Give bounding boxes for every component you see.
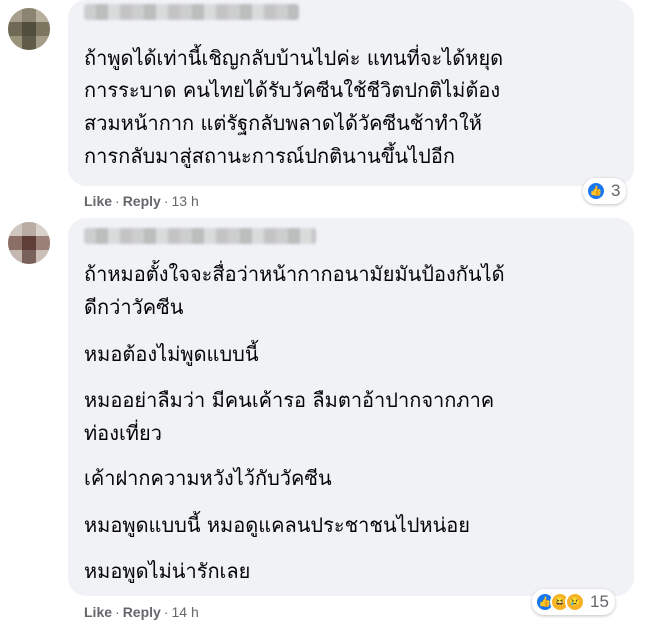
separator-dot: · [163, 193, 169, 209]
comment-text-line: การกลับมาสู่สถานะการณ์ปกตินานขึ้นไปอีก [84, 144, 455, 168]
like-link[interactable]: Like [84, 193, 112, 209]
comment-text-line: หมออย่าลืมว่า มีคนเค้ารอ ลืมตาอ้าปากจากภ… [84, 388, 495, 412]
commenter-name-redacted[interactable] [84, 228, 316, 244]
reactions-summary[interactable]: 👍 😆 😢 15 [532, 589, 615, 615]
reaction-count: 15 [590, 592, 609, 611]
timestamp-link[interactable]: 13 h [171, 193, 198, 209]
comment-text-line: การระบาด คนไทยได้รับวัคซีนใช้ชีวิตปกติไม… [84, 78, 501, 102]
comment-text-line: หมอพูดแบบนี้ หมอดูแคลนประชาชนไปหน่อย [84, 513, 470, 537]
comment-text-line: หมอต้องไม่พูดแบบนี้ [84, 342, 259, 366]
like-icon: 👍 [586, 181, 606, 201]
commenter-avatar[interactable] [8, 222, 50, 264]
commenter-avatar[interactable] [8, 8, 50, 50]
comment-text-line: หมอพูดไม่น่ารักเลย [84, 559, 251, 583]
reactions-summary[interactable]: 👍 3 [583, 178, 627, 204]
comment-text-line: ถ้าพูดได้เท่านี้เชิญกลับบ้านไปค่ะ แทนที่… [84, 46, 504, 70]
comment-actions: Like · Reply · 13 h [84, 193, 199, 209]
sad-icon: 😢 [565, 592, 585, 612]
reaction-count: 3 [611, 181, 621, 200]
comment-text-line: ถ้าหมอตั้งใจจะสื่อว่าหน้ากากอนามัยมันป้อ… [84, 262, 505, 286]
comment-text-line: ท่องเที่ยว [84, 421, 162, 445]
reply-link[interactable]: Reply [123, 193, 161, 209]
commenter-name-redacted[interactable] [84, 4, 299, 20]
comment-text-line: เค้าฝากความหวังไว้กับวัคซีน [84, 466, 332, 490]
separator-dot: · [115, 193, 120, 209]
comment-text-line: ดีกว่าวัคซีน [84, 295, 184, 319]
comment-text-line: สวมหน้ากาก แต่รัฐกลับพลาดได้วัคซีนช้าทำใ… [84, 111, 482, 135]
